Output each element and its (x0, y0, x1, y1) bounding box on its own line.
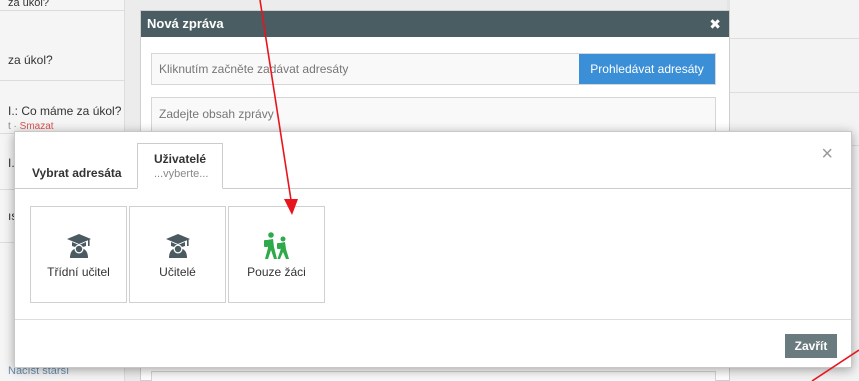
annotation-arrow-line (259, 0, 292, 201)
page: za úkol? za úkol? I.: Co máme za úkol? t… (0, 0, 859, 381)
annotation-overlay (259, 0, 859, 381)
annotation-line (811, 349, 859, 381)
annotation-arrow-head (284, 199, 298, 215)
